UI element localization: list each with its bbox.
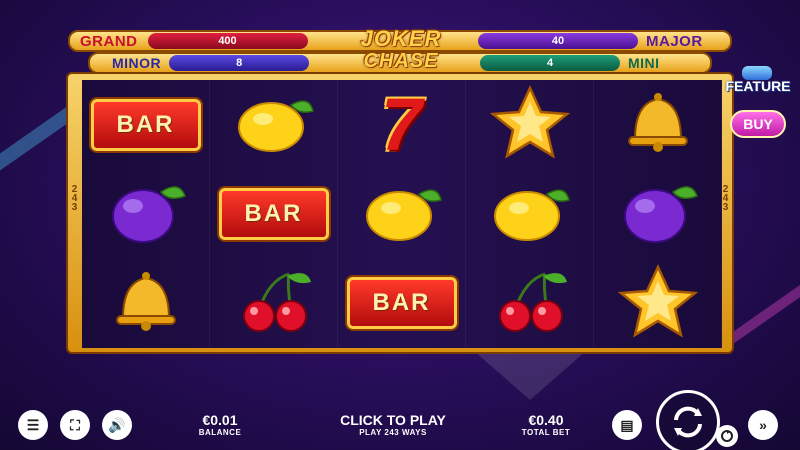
- bar-symbol: BAR: [218, 187, 329, 240]
- reel-cell: [466, 169, 594, 259]
- reel-cell: [466, 80, 594, 170]
- bar-symbol: BAR: [346, 277, 457, 330]
- star-symbol: [613, 263, 703, 344]
- background-stripe: [727, 266, 800, 344]
- fullscreen-button[interactable]: ⛶: [60, 410, 90, 440]
- reel-cell: BAR: [210, 169, 338, 259]
- reel-cell: [338, 169, 466, 259]
- reel-cell: [466, 258, 594, 348]
- jackpot-minor-label: MINOR: [112, 55, 162, 71]
- star-symbol: [485, 84, 575, 165]
- fullscreen-icon: ⛶: [70, 416, 80, 433]
- jackpot-mini: 4 MINI: [480, 53, 660, 73]
- game-logo: JOKER CHASE: [326, 28, 476, 74]
- feature-label: FEATURE: [725, 78, 791, 94]
- reel-cell: [82, 258, 210, 348]
- balance-display: €0.01 BALANCE: [190, 412, 250, 437]
- bar-symbol: BAR: [90, 98, 201, 151]
- lemon-symbol: [229, 87, 319, 162]
- turbo-button[interactable]: »: [748, 410, 778, 440]
- reel-cell: [594, 169, 722, 259]
- menu-button[interactable]: ☰: [18, 410, 48, 440]
- feature-buy-panel: FEATURE BUY: [716, 66, 800, 140]
- autoplay-icon: [721, 430, 733, 442]
- reel-cell: [210, 80, 338, 170]
- reel-grid: BAR 7 BAR BAR: [82, 80, 722, 348]
- jackpot-grand-label: GRAND: [80, 32, 138, 50]
- logo-line1: JOKER: [360, 26, 442, 51]
- jackpot-minor-value: 8: [169, 55, 310, 71]
- jackpot-mini-label: MINI: [628, 55, 660, 71]
- jackpot-grand: GRAND 400: [80, 31, 308, 51]
- total-bet-label: TOTAL BET: [521, 428, 571, 437]
- total-bet-value: €0.40: [528, 412, 564, 428]
- spin-button[interactable]: [656, 390, 720, 450]
- reel-cell: [210, 258, 338, 348]
- total-bet-display[interactable]: €0.40 TOTAL BET: [516, 412, 576, 437]
- spin-arrows-icon: [674, 406, 702, 438]
- play-main-text: CLICK TO PLAY: [340, 412, 446, 428]
- logo-line2: CHASE: [363, 50, 439, 72]
- speaker-icon: 🔊: [108, 416, 126, 433]
- autoplay-button[interactable]: [716, 425, 738, 447]
- reels-frame: 243 243 BAR 7 BAR BAR: [66, 72, 734, 354]
- jackpot-major-label: MAJOR: [646, 32, 703, 50]
- reel-cell: [82, 169, 210, 259]
- cherry-symbol: [485, 266, 575, 341]
- balance-value: €0.01: [202, 412, 238, 428]
- lemon-symbol: [485, 176, 575, 251]
- bell-symbol: [613, 87, 703, 162]
- sound-button[interactable]: 🔊: [102, 410, 132, 440]
- cherry-symbol: [229, 266, 319, 341]
- lemon-symbol: [357, 176, 447, 251]
- bell-symbol: [101, 266, 191, 341]
- play-prompt: CLICK TO PLAY PLAY 243 WAYS: [318, 412, 468, 437]
- fast-forward-icon: »: [759, 417, 767, 433]
- reel-cell: [594, 258, 722, 348]
- balance-label: BALANCE: [198, 428, 242, 437]
- jackpot-mini-value: 4: [480, 55, 620, 71]
- reel-cell: BAR: [338, 258, 466, 348]
- paytable-icon: ▤: [620, 416, 634, 433]
- jackpot-major-value: 40: [478, 33, 638, 49]
- paytable-button[interactable]: ▤: [612, 410, 642, 440]
- hamburger-icon: ☰: [26, 416, 40, 433]
- play-sub-text: PLAY 243 WAYS: [359, 428, 427, 437]
- reel-cell: BAR: [82, 80, 210, 170]
- plum-symbol: [613, 176, 703, 251]
- buy-feature-button[interactable]: BUY: [730, 110, 786, 138]
- reel-cell: [594, 80, 722, 170]
- reel-cell: 7: [338, 80, 466, 170]
- ways-count-left: 243: [69, 184, 80, 211]
- jackpot-major: 40 MAJOR: [478, 31, 703, 51]
- jackpot-grand-value: 400: [147, 33, 308, 49]
- plum-symbol: [101, 176, 191, 251]
- jackpot-minor: MINOR 8: [112, 53, 310, 73]
- seven-symbol: 7: [380, 82, 423, 166]
